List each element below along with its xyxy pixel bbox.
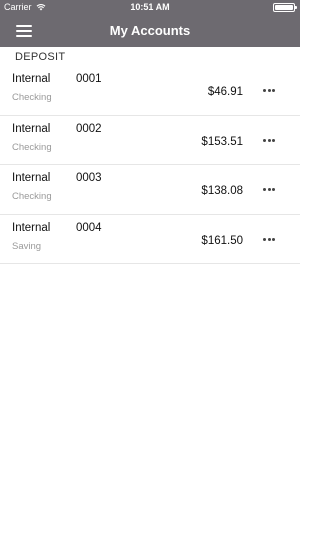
more-options-icon[interactable]: [260, 134, 278, 146]
account-type: Checking: [12, 92, 52, 103]
battery-icon: [273, 3, 297, 12]
more-options-icon[interactable]: [260, 233, 278, 245]
account-number: 0004: [76, 221, 102, 234]
account-balance: $46.91: [207, 86, 243, 98]
account-row[interactable]: Internal 0004 Saving $161.50: [0, 215, 300, 264]
account-balance: $138.08: [201, 185, 243, 197]
status-bar: Carrier 10:51 AM: [0, 0, 300, 15]
account-name: Internal: [12, 172, 51, 184]
account-row[interactable]: Internal 0002 Checking $153.51: [0, 116, 300, 165]
app-header: Carrier 10:51 AM My Accounts: [0, 0, 300, 47]
account-balance: $161.50: [201, 234, 243, 247]
account-name: Internal: [12, 221, 51, 234]
accounts-list: Internal 0001 Checking $46.91 Internal 0…: [0, 66, 300, 264]
account-type: Checking: [12, 141, 52, 153]
account-row[interactable]: Internal 0003 Checking $138.08: [0, 165, 300, 215]
account-type: Checking: [12, 191, 52, 202]
account-number: 0003: [76, 172, 102, 184]
more-options-icon[interactable]: [260, 183, 278, 195]
account-row[interactable]: Internal 0001 Checking $46.91: [0, 66, 300, 116]
status-time: 10:51 AM: [130, 2, 170, 12]
account-name: Internal: [12, 122, 51, 135]
account-type: Saving: [12, 240, 42, 252]
page-title: My Accounts: [109, 23, 191, 38]
more-options-icon[interactable]: [260, 84, 278, 96]
account-number: 0001: [76, 73, 102, 85]
account-name: Internal: [12, 73, 51, 85]
account-balance: $153.51: [201, 135, 243, 148]
section-header-deposit: DEPOSIT: [15, 51, 66, 63]
account-number: 0002: [76, 122, 102, 135]
